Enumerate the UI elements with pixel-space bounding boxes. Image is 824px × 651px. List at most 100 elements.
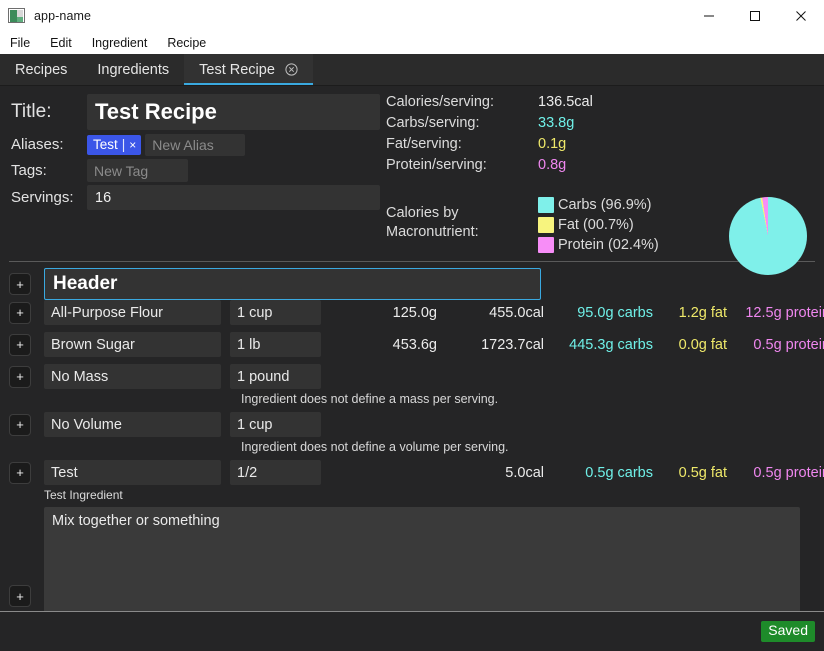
maximize-icon <box>750 10 760 21</box>
recipe-form: Title: Test Recipe Aliases: Test | × New… <box>0 94 380 258</box>
ingredient-carbs-value: 95.0g carbs <box>577 304 653 321</box>
fat-per-serving-row: Fat/serving: 0.1g <box>386 136 824 157</box>
new-alias-input[interactable]: New Alias <box>145 133 246 156</box>
window-controls <box>686 0 824 31</box>
add-row-button[interactable]: + <box>9 585 31 607</box>
ingredient-name-input[interactable]: No Volume <box>44 412 221 437</box>
ingredient-fat-value: 1.2g fat <box>678 304 727 321</box>
ingredient-name-input[interactable]: All-Purpose Flour <box>44 300 221 325</box>
ingredient-protein-value: 0.5g protein <box>753 336 824 353</box>
pie-chart-graphic <box>729 197 807 275</box>
tags-row: Tags: New Tag <box>11 159 380 182</box>
alias-chip-text: Test <box>93 137 118 152</box>
ingredient-amount-input[interactable]: 1 cup <box>230 412 321 437</box>
title-label: Title: <box>11 101 52 122</box>
ingredient-header-row: + Header <box>0 268 824 300</box>
ingredient-name-input[interactable]: Brown Sugar <box>44 332 221 357</box>
ingredient-carbs-value: 0.5g carbs <box>585 464 653 481</box>
ingredient-mass-value: 453.6g <box>392 336 437 353</box>
ingredient-calories-value: 1723.7cal <box>481 336 544 353</box>
instructions-row: + Mix together or something <box>0 507 824 617</box>
macronutrient-legend: Carbs (96.9%) Fat (00.7%) Protein (02.4%… <box>538 195 659 255</box>
add-row-button[interactable]: + <box>9 273 31 295</box>
macronutrient-label: Calories by Macronutrient: <box>386 195 538 255</box>
ingredient-warning-text: Ingredient does not define a volume per … <box>241 439 509 454</box>
tab-test-recipe[interactable]: Test Recipe <box>184 54 313 85</box>
table-row: + Brown Sugar 1 lb 453.6g 1723.7cal 445.… <box>0 332 824 357</box>
servings-label: Servings: <box>11 189 74 206</box>
ingredient-carbs-value: 445.3g carbs <box>569 336 653 353</box>
ingredient-amount-input[interactable]: 1/2 <box>230 460 321 485</box>
maximize-button[interactable] <box>732 0 778 31</box>
calories-per-serving-value: 136.5cal <box>538 94 593 110</box>
status-badge: Saved <box>761 621 815 642</box>
new-tag-input[interactable]: New Tag <box>87 159 188 182</box>
ingredient-protein-value: 12.5g protein <box>745 304 824 321</box>
tags-label: Tags: <box>11 162 47 179</box>
tab-recipes[interactable]: Recipes <box>0 54 83 85</box>
nutrition-summary: Calories/serving: 136.5cal Carbs/serving… <box>380 94 824 275</box>
tab-recipes-label: Recipes <box>15 61 68 78</box>
title-bar: app-name <box>0 0 824 32</box>
minimize-icon <box>704 15 714 16</box>
tab-test-recipe-label: Test Recipe <box>199 61 275 78</box>
ingredient-calories-value: 5.0cal <box>505 464 544 481</box>
add-row-button[interactable]: + <box>9 333 31 356</box>
instructions-textarea[interactable]: Mix together or something <box>44 507 800 617</box>
menu-bar: File Edit Ingredient Recipe <box>0 32 824 54</box>
tab-ingredients[interactable]: Ingredients <box>82 54 185 85</box>
ingredient-amount-input[interactable]: 1 pound <box>230 364 321 389</box>
ingredient-warning-row: Ingredient does not define a mass per se… <box>0 389 824 408</box>
add-row-button[interactable]: + <box>9 301 31 324</box>
title-bar-left: app-name <box>0 8 686 23</box>
app-logo-icon <box>8 8 25 23</box>
ingredient-amount-input[interactable]: 1 lb <box>230 332 321 357</box>
alias-chip-test[interactable]: Test | × <box>87 134 142 155</box>
legend-label-fat: Fat (00.7%) <box>558 217 634 233</box>
ingredient-warning-text: Ingredient does not define a mass per se… <box>241 391 499 406</box>
legend-item-carbs: Carbs (96.9%) <box>538 195 659 215</box>
ingredient-name-input[interactable]: No Mass <box>44 364 221 389</box>
status-bar: Saved <box>0 611 824 651</box>
ingredient-fat-value: 0.5g fat <box>678 464 727 481</box>
menu-item-file[interactable]: File <box>8 32 39 54</box>
close-button[interactable] <box>778 0 824 31</box>
table-row: + No Mass 1 pound <box>0 364 824 389</box>
macronutrient-label-line2: Macronutrient: <box>386 224 479 240</box>
tab-ingredients-label: Ingredients <box>97 61 170 78</box>
servings-row: Servings: 16 <box>11 185 380 210</box>
protein-per-serving-value: 0.8g <box>538 157 567 173</box>
window-title: app-name <box>34 8 92 23</box>
title-input[interactable]: Test Recipe <box>87 94 380 130</box>
menu-item-ingredient[interactable]: Ingredient <box>90 32 157 54</box>
add-row-button[interactable]: + <box>9 365 31 388</box>
application-window: app-name File Edit Ingredient Recipe Rec… <box>0 0 824 651</box>
alias-chip-separator: | <box>121 137 126 152</box>
alias-chip-remove-icon[interactable]: × <box>129 138 136 152</box>
close-icon <box>796 10 806 21</box>
legend-item-fat: Fat (00.7%) <box>538 215 659 235</box>
ingredient-name-input[interactable]: Test <box>44 460 221 485</box>
calories-per-serving-label: Calories/serving: <box>386 94 494 110</box>
legend-label-carbs: Carbs (96.9%) <box>558 197 652 213</box>
fat-per-serving-value: 0.1g <box>538 136 567 152</box>
menu-item-edit[interactable]: Edit <box>48 32 81 54</box>
legend-swatch-carbs-icon <box>538 197 554 213</box>
ingredient-fat-value: 0.0g fat <box>678 336 727 353</box>
legend-swatch-fat-icon <box>538 217 554 233</box>
minimize-button[interactable] <box>686 0 732 31</box>
carbs-per-serving-label: Carbs/serving: <box>386 115 480 131</box>
add-row-button[interactable]: + <box>9 413 31 436</box>
menu-item-recipe[interactable]: Recipe <box>165 32 215 54</box>
servings-input[interactable]: 16 <box>87 185 380 210</box>
table-row: + No Volume 1 cup <box>0 412 824 437</box>
carbs-per-serving-value: 33.8g <box>538 115 575 131</box>
tab-bar: Recipes Ingredients Test Recipe <box>0 54 824 86</box>
add-row-button[interactable]: + <box>9 461 31 484</box>
macronutrient-label-line1: Calories by <box>386 205 459 221</box>
tab-close-icon[interactable] <box>285 63 298 76</box>
ingredient-note-row: Test Ingredient <box>0 485 824 505</box>
section-header-input[interactable]: Header <box>44 268 541 300</box>
ingredient-amount-input[interactable]: 1 cup <box>230 300 321 325</box>
recipe-info-area: Title: Test Recipe Aliases: Test | × New… <box>0 86 824 275</box>
